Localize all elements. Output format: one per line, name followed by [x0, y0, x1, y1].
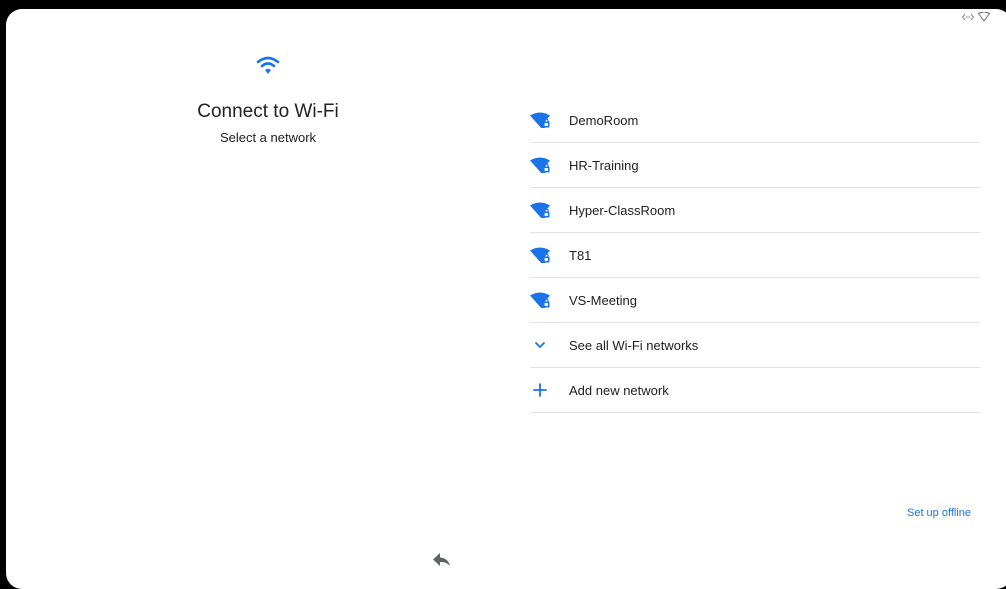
- network-item-demoroom[interactable]: DemoRoom: [530, 98, 980, 143]
- wifi-locked-icon: [530, 156, 550, 174]
- add-network-button[interactable]: Add new network: [530, 368, 980, 413]
- network-item-vs-meeting[interactable]: VS-Meeting: [530, 278, 980, 323]
- back-button[interactable]: [431, 550, 453, 570]
- network-item-hyper-classroom[interactable]: Hyper-ClassRoom: [530, 188, 980, 233]
- network-item-hr-training[interactable]: HR-Training: [530, 143, 980, 188]
- ethernet-icon: [962, 13, 974, 21]
- network-name: T81: [569, 247, 592, 263]
- wifi-locked-icon: [530, 201, 550, 219]
- status-bar: [962, 12, 990, 22]
- network-item-t81[interactable]: T81: [530, 233, 980, 278]
- see-all-networks-label: See all Wi-Fi networks: [569, 337, 699, 353]
- setup-offline-button[interactable]: Set up offline: [907, 507, 971, 519]
- see-all-networks-button[interactable]: See all Wi-Fi networks: [530, 323, 980, 368]
- network-name: VS-Meeting: [569, 292, 637, 308]
- page-title: Connect to Wi-Fi: [197, 101, 339, 122]
- back-arrow-icon: [431, 553, 453, 574]
- wifi-icon: [254, 53, 282, 77]
- network-name: DemoRoom: [569, 112, 639, 128]
- wifi-locked-icon: [530, 246, 550, 264]
- chevron-down-icon: [530, 336, 550, 354]
- network-list: DemoRoom HR-Training Hyper-ClassRoom T81…: [530, 98, 980, 413]
- network-name: HR-Training: [569, 157, 639, 173]
- page-subtitle: Select a network: [219, 130, 317, 145]
- plus-icon: [530, 381, 550, 399]
- wifi-locked-icon: [530, 291, 550, 309]
- add-network-label: Add new network: [569, 382, 669, 398]
- header-pane: Connect to Wi-Fi Select a network: [146, 53, 390, 146]
- setup-screen: Connect to Wi-Fi Select a network DemoRo…: [6, 9, 1006, 589]
- wifi-locked-icon: [530, 111, 550, 129]
- network-name: Hyper-ClassRoom: [569, 202, 676, 218]
- wifi-status-icon: [978, 12, 990, 22]
